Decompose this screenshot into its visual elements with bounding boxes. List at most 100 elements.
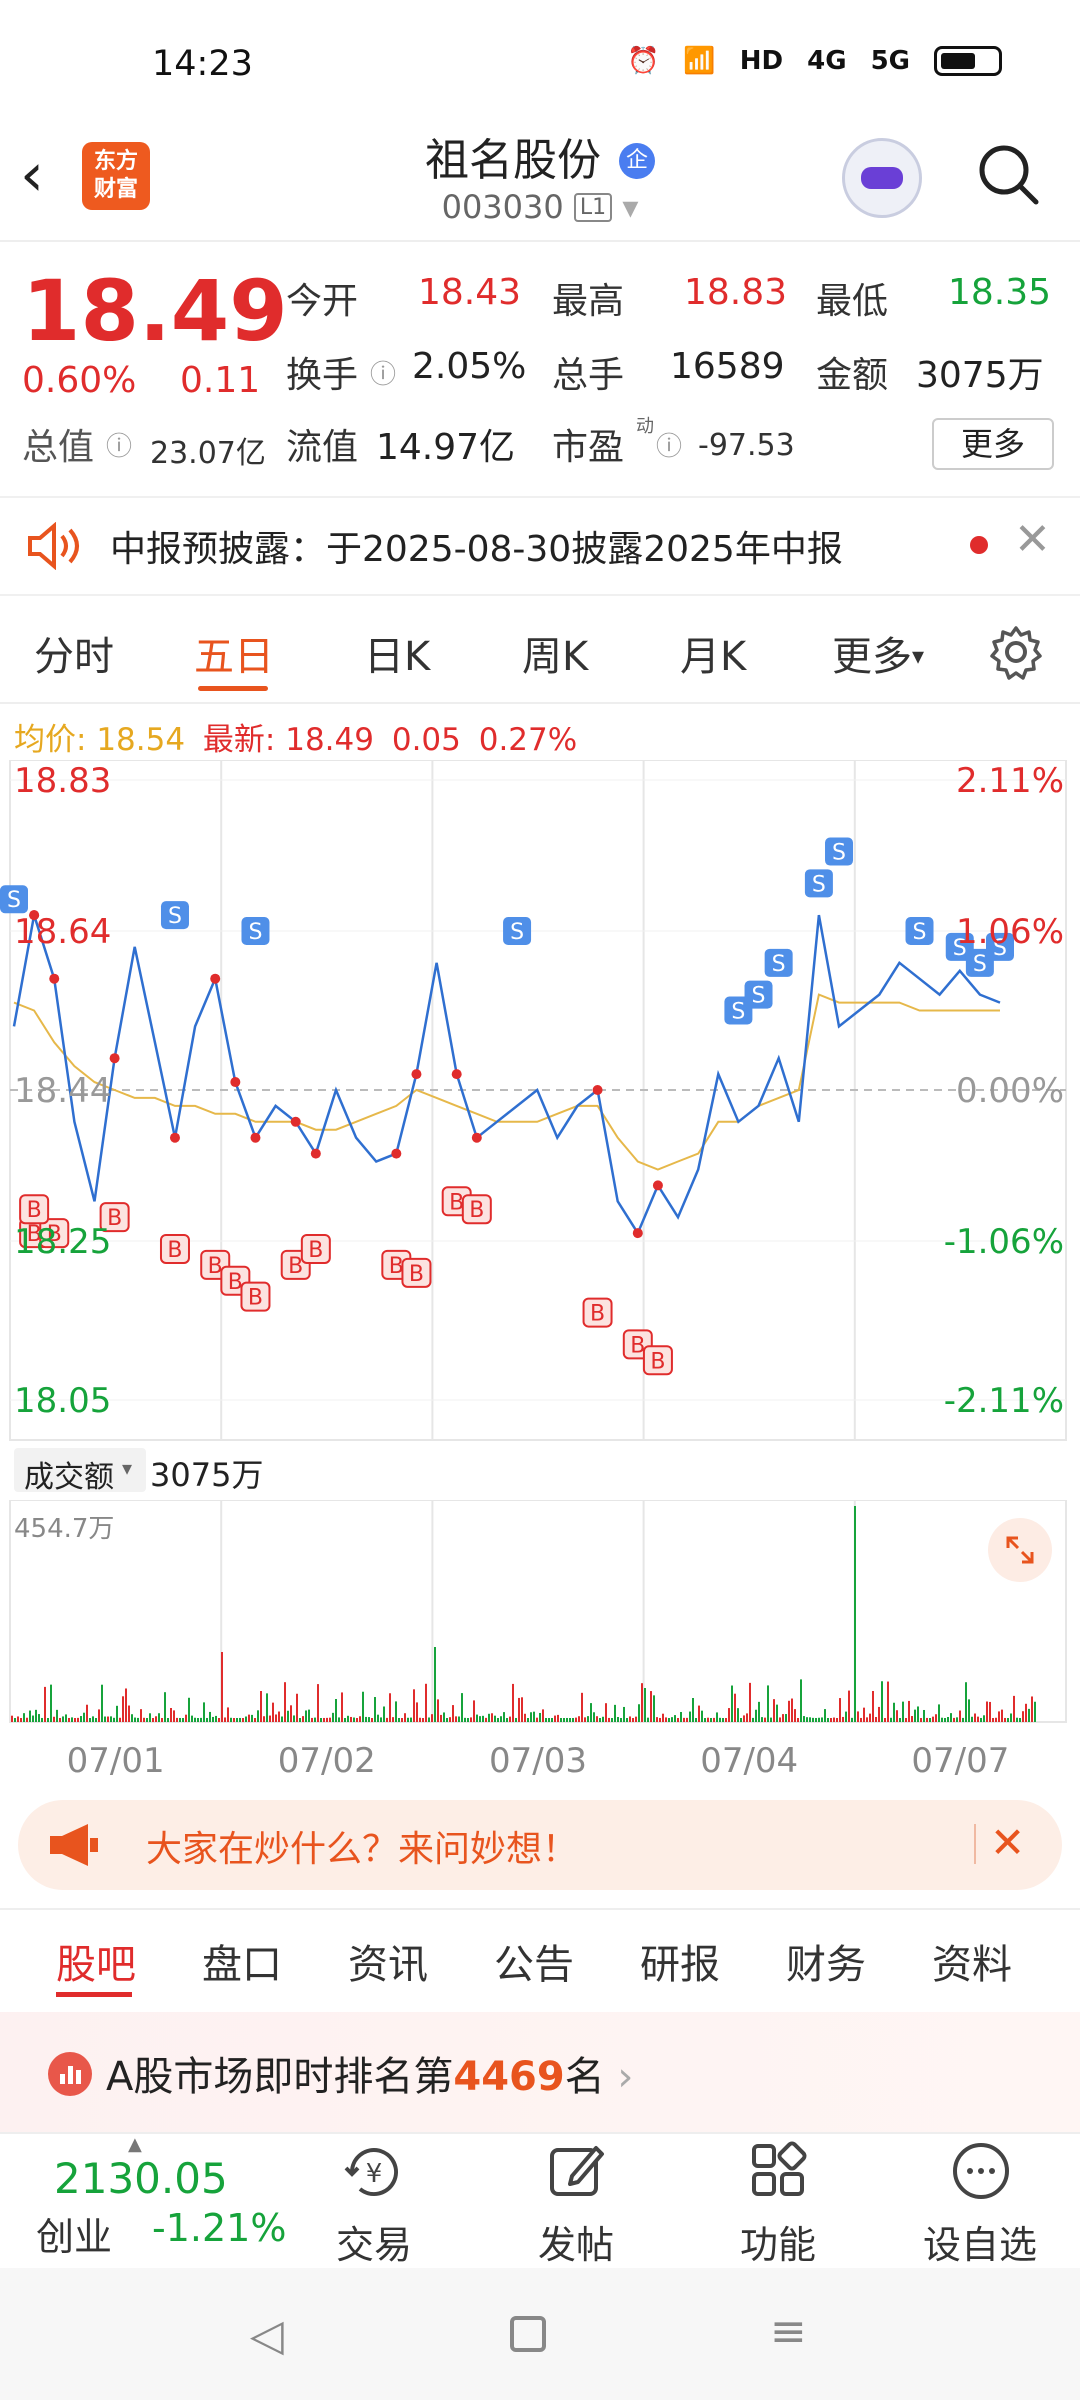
five-day-chart[interactable]: B BBBBBBBBB BB BBBBBSSS SSSSSSSSSS18.83 2.11%… <box>0 760 1080 1450</box>
ask-text: 大家在炒什么？来问妙想！ <box>146 1829 579 1870</box>
index-change[interactable]: -1.21% <box>152 2206 286 2250</box>
tab-weekly-k[interactable]: 周K <box>522 624 588 682</box>
tab-more[interactable]: 更多▾ <box>832 624 924 682</box>
y-tick-right: -2.11% <box>944 1381 1064 1421</box>
tab-forum[interactable]: 股吧 <box>56 1932 136 1990</box>
index-name[interactable]: 创业 <box>36 2206 112 2261</box>
avg-info-row: 均价: 18.54 最新: 18.49 0.05 0.27% <box>14 714 577 759</box>
tab-finance[interactable]: 财务 <box>786 1932 866 1990</box>
sell-marker-label: S <box>772 952 786 977</box>
volume-frame <box>9 1500 1067 1723</box>
nav-menu-icon[interactable]: ≡ <box>770 2306 807 2357</box>
info-icon[interactable]: ⓘ <box>106 426 132 463</box>
buy-dot <box>109 1053 120 1064</box>
tab-daily-k[interactable]: 日K <box>364 624 430 682</box>
section-divider <box>0 1908 1080 1910</box>
chevron-right-icon: › <box>617 2054 634 2100</box>
float-value: 14.97亿 <box>376 427 516 468</box>
mktcap-value: 23.07亿 <box>150 436 266 471</box>
info-icon[interactable]: ⓘ <box>370 354 396 391</box>
volume-label: 成交额 <box>24 1460 114 1495</box>
chevron-down-icon: ▾ <box>122 1456 133 1480</box>
svg-text:¥: ¥ <box>366 2159 383 2189</box>
functions-label[interactable]: 功能 <box>708 2214 848 2269</box>
buy-dot <box>210 973 221 984</box>
volume-max-label: 454.7万 <box>14 1514 115 1544</box>
volume-label: 总手 <box>552 355 625 396</box>
buy-marker-label: B <box>469 1198 484 1223</box>
volume-selector[interactable]: 成交额 ▾ <box>14 1448 146 1495</box>
buy-dot <box>49 973 60 984</box>
nav-back-icon[interactable]: ◁ <box>250 2310 284 2361</box>
hd-icon: HD <box>739 46 784 76</box>
y-tick-left: 18.44 <box>14 1071 111 1111</box>
post-edit-icon[interactable] <box>546 2140 608 2202</box>
tab-intraday[interactable]: 分时 <box>34 624 114 682</box>
assistant-avatar[interactable] <box>842 138 922 218</box>
functions-grid-icon[interactable] <box>748 2140 810 2202</box>
volume-value: 16589 <box>670 346 785 387</box>
rank-number: 4469 <box>453 2054 565 2100</box>
tab-profile[interactable]: 资料 <box>932 1932 1012 1990</box>
tab-orderbook[interactable]: 盘口 <box>202 1932 282 1990</box>
avg-value: 18.54 <box>96 722 186 758</box>
x-date-label: 07/01 <box>67 1741 165 1781</box>
search-icon[interactable] <box>976 142 1040 206</box>
alarm-icon: ⏰ <box>627 46 660 76</box>
buy-marker-label: B <box>27 1198 42 1223</box>
buy-dot <box>471 1132 482 1143</box>
y-tick-right: -1.06% <box>944 1222 1064 1262</box>
change-pct: 0.60% <box>22 360 137 401</box>
buy-marker-label: B <box>248 1286 263 1311</box>
settings-gear-icon[interactable] <box>988 624 1044 680</box>
volume-chart[interactable]: 07/01 07/02 07/03 07/04 07/07 <box>0 1500 1080 1790</box>
stock-code: 003030 <box>441 188 564 226</box>
sell-marker-label: S <box>7 888 21 913</box>
pe-label: 市盈 <box>552 427 625 468</box>
float-label: 流值 <box>286 427 359 468</box>
sell-marker-label: S <box>752 984 766 1009</box>
add-watchlist-icon[interactable] <box>950 2140 1012 2202</box>
trade-label[interactable]: 交易 <box>304 2214 444 2269</box>
close-icon[interactable]: ✕ <box>990 1818 1025 1867</box>
open-label: 今开 <box>286 281 359 322</box>
price-line <box>12 914 1001 1236</box>
stock-name: 祖名股份 <box>425 135 601 186</box>
tab-monthly-k[interactable]: 月K <box>680 624 746 682</box>
latest-chg: 0.05 <box>391 722 461 758</box>
sell-marker-label: S <box>168 904 182 929</box>
tab-more-label: 更多 <box>832 634 912 680</box>
latest-chg-pct: 0.27% <box>478 722 578 758</box>
y-tick-left: 18.05 <box>14 1381 111 1421</box>
y-tick-left: 18.25 <box>14 1222 111 1262</box>
y-tick-left: 18.83 <box>14 761 111 801</box>
buy-dot <box>391 1148 402 1159</box>
index-value[interactable]: 2130.05 <box>54 2154 228 2203</box>
latest-label: 最新: <box>202 722 276 758</box>
tab-underline <box>198 686 268 691</box>
y-tick-left: 18.64 <box>14 912 111 952</box>
sell-marker-label: S <box>812 872 826 897</box>
bottom-tab-underline <box>56 1992 132 1997</box>
buy-dot <box>250 1132 261 1143</box>
y-tick-right: 2.11% <box>956 761 1064 801</box>
caret-up-icon: ▲ <box>128 2134 142 2155</box>
sell-marker-label: S <box>973 952 987 977</box>
close-icon[interactable]: ✕ <box>1014 514 1051 565</box>
expand-icon[interactable] <box>988 1518 1052 1582</box>
tab-announcements[interactable]: 公告 <box>494 1932 574 1990</box>
avg-label: 均价: <box>14 722 87 758</box>
tab-research[interactable]: 研报 <box>640 1932 720 1990</box>
high-label: 最高 <box>552 281 625 322</box>
tab-five-day[interactable]: 五日 <box>194 624 274 682</box>
watchlist-label[interactable]: 设自选 <box>910 2214 1050 2269</box>
trade-icon[interactable]: ¥ <box>342 2142 406 2202</box>
post-label[interactable]: 发帖 <box>506 2214 646 2269</box>
tab-news[interactable]: 资讯 <box>348 1932 428 1990</box>
latest-value: 18.49 <box>285 722 374 758</box>
more-quote-button[interactable]: 更多 <box>932 418 1054 470</box>
buy-dot <box>592 1085 603 1095</box>
buy-dot <box>411 1069 422 1080</box>
info-icon[interactable]: ⓘ <box>656 426 682 463</box>
nav-home-icon[interactable] <box>510 2316 546 2352</box>
